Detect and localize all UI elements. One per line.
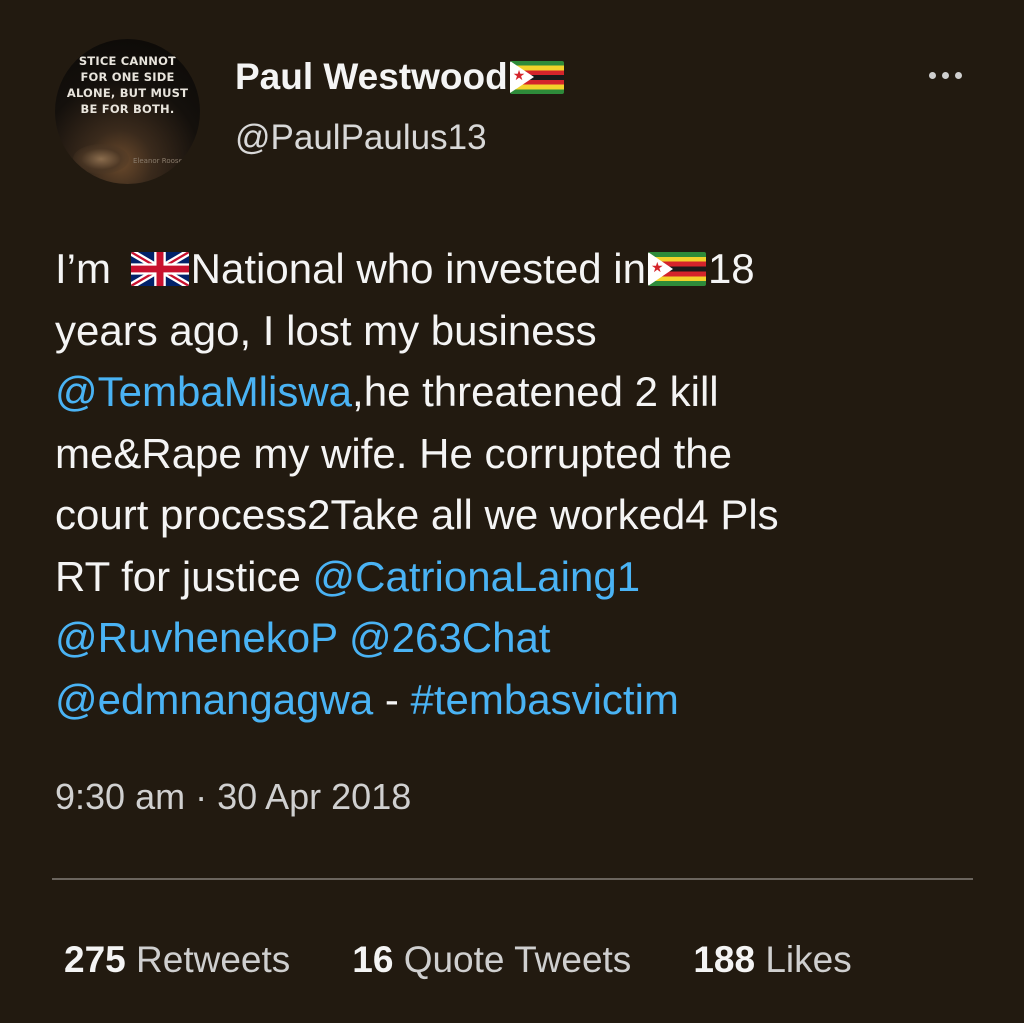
avatar-quote: STICE CANNOT FOR ONE SIDE ALONE, BUT MUS… xyxy=(55,53,200,117)
likes-count: 188 xyxy=(693,939,756,980)
mention-link[interactable]: @TembaMliswa xyxy=(55,368,352,415)
likes-stat[interactable]: 188 Likes xyxy=(693,939,851,981)
author-display-name[interactable]: Paul Westwood ★ xyxy=(235,56,564,98)
tweet-text-segment: National who invested in xyxy=(190,245,646,292)
tweet-line: court process2Take all we worked4 Pls xyxy=(55,491,779,538)
retweets-count: 275 xyxy=(64,939,126,980)
more-options-icon[interactable] xyxy=(920,60,970,90)
tweet-text-segment: RT for justice xyxy=(55,552,313,600)
tweet-line: @RuvhenekoP @263Chat xyxy=(55,607,985,669)
divider xyxy=(52,878,973,880)
tweet-detail: STICE CANNOT FOR ONE SIDE ALONE, BUT MUS… xyxy=(0,0,1024,1023)
uk-flag-icon xyxy=(130,252,189,286)
mention-link[interactable]: @RuvhenekoP xyxy=(55,614,337,661)
quote-tweets-stat[interactable]: 16 Quote Tweets xyxy=(352,939,631,981)
tweet-timestamp[interactable]: 9:30 am · 30 Apr 2018 xyxy=(55,776,411,818)
avatar-quote-line: BE FOR BOTH. xyxy=(80,102,175,116)
tweet-line: I’m National who invested in ★ 18 xyxy=(55,238,985,300)
mention-link[interactable]: @edmnangagwa xyxy=(55,676,373,723)
tweet-line: me&Rape my wife. He corrupted the xyxy=(55,429,732,477)
tweet-text-segment: 18 xyxy=(707,245,755,292)
tweet-line: @edmnangagwa - #tembasvictim xyxy=(55,669,985,731)
author-handle[interactable]: @PaulPaulus13 xyxy=(235,118,487,158)
tweet-text-segment: - xyxy=(373,675,411,723)
avatar-quote-line: ALONE, BUT MUST xyxy=(66,86,189,100)
avatar-decoration xyxy=(73,144,129,174)
tweet-line: @TembaMliswa,he threatened 2 kill xyxy=(55,361,985,423)
tweet-line: RT for justice @CatrionaLaing1 xyxy=(55,546,985,608)
retweets-label: Retweets xyxy=(136,939,291,980)
avatar-quote-line: FOR ONE SIDE xyxy=(80,70,175,84)
quotes-label: Quote Tweets xyxy=(403,939,632,980)
hashtag-link[interactable]: #tembasvictim xyxy=(411,676,679,723)
quotes-count: 16 xyxy=(352,939,394,980)
tweet-text: I’m National who invested in ★ 18 years ag… xyxy=(55,238,985,730)
tweet-text-segment: I’m xyxy=(55,245,123,292)
engagement-stats: 275 Retweets 16 Quote Tweets 188 Likes xyxy=(64,939,852,981)
author-name-text: Paul Westwood xyxy=(235,56,508,97)
zimbabwe-flag-icon: ★ xyxy=(647,252,706,286)
mention-link[interactable]: @263Chat xyxy=(349,614,550,661)
avatar-quote-line: STICE CANNOT xyxy=(78,54,177,68)
mention-link[interactable]: @CatrionaLaing1 xyxy=(313,553,641,600)
retweets-stat[interactable]: 275 Retweets xyxy=(64,939,290,981)
avatar[interactable]: STICE CANNOT FOR ONE SIDE ALONE, BUT MUS… xyxy=(55,39,200,184)
likes-label: Likes xyxy=(765,939,852,980)
avatar-quote-author: Eleanor Roosevelt xyxy=(133,157,196,165)
zimbabwe-flag-icon: ★ xyxy=(509,60,564,94)
tweet-line: years ago, I lost my business xyxy=(55,306,597,354)
tweet-text-segment: ,he threatened 2 kill xyxy=(352,368,719,415)
